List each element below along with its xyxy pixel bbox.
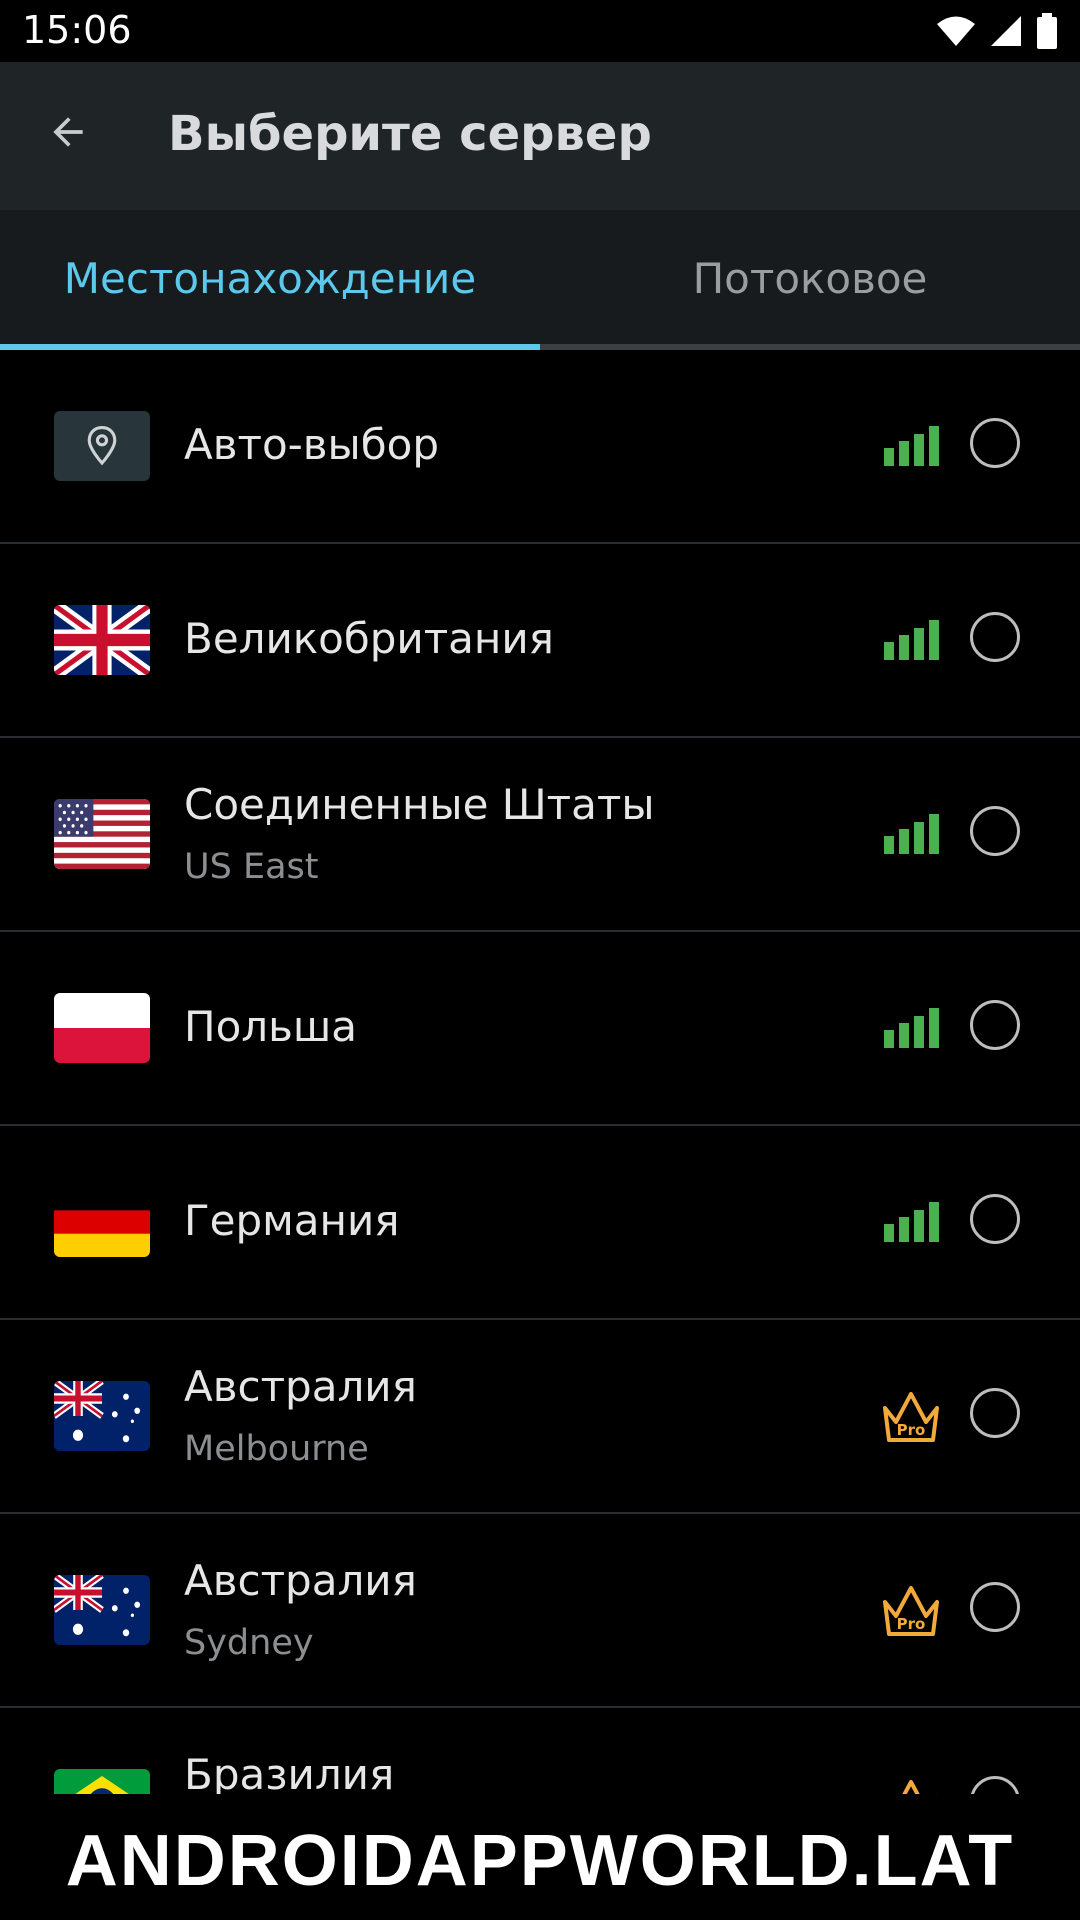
uk-flag-icon [54,605,150,675]
select-radio[interactable] [970,1388,1020,1438]
battery-icon [1037,13,1057,49]
status-icons [936,10,1058,52]
server-name: Бразилия [184,1750,395,1794]
signal-strength-icon [884,620,939,660]
pro-crown-icon: Pro [883,1586,939,1636]
pro-badge-text: Pro [897,1421,926,1439]
germany-flag-icon [54,1187,150,1257]
australia-flag-icon [54,1381,150,1451]
server-row-australia-sydney[interactable]: Австралия Sydney Pro [0,1514,1080,1708]
brazil-flag-icon [54,1769,150,1794]
server-list: Авто-выбор Великобритания Соединенные Шт… [0,350,1080,1794]
tab-location[interactable]: Местонахождение [0,210,540,346]
select-radio[interactable] [970,1194,1020,1244]
pro-badge-text: Pro [897,1615,926,1633]
signal-strength-icon [884,426,939,466]
back-button[interactable] [26,90,110,174]
signal-strength-icon [884,814,939,854]
watermark-text: ANDROIDAPPWORLD.LAT [65,1821,1015,1901]
us-flag-icon [54,799,150,869]
select-radio[interactable] [970,806,1020,856]
status-time: 15:06 [22,8,132,52]
server-row-us[interactable]: Соединенные Штаты US East [0,738,1080,932]
server-row-australia-melbourne[interactable]: Австралия Melbourne Pro [0,1320,1080,1514]
server-row-poland[interactable]: Польша [0,932,1080,1126]
app-bar: Выберите сервер [0,62,1080,210]
server-row-brazil[interactable]: Бразилия [0,1708,1080,1794]
select-radio[interactable] [970,418,1020,468]
server-city: Sydney [184,1623,314,1663]
cell-signal-icon [991,16,1021,46]
signal-strength-icon [884,1008,939,1048]
page-title: Выберите сервер [168,106,652,162]
select-radio[interactable] [970,1000,1020,1050]
server-name: Австралия [184,1362,417,1411]
signal-strength-icon [884,1202,939,1242]
server-name: Соединенные Штаты [184,780,655,829]
status-bar: 15:06 [0,0,1080,62]
select-radio[interactable] [970,1582,1020,1632]
poland-flag-icon [54,993,150,1063]
server-row-uk[interactable]: Великобритания [0,544,1080,738]
wifi-icon [937,16,975,46]
server-row-auto[interactable]: Авто-выбор [0,350,1080,544]
pro-crown-icon [885,1780,937,1794]
select-radio[interactable] [970,1776,1020,1794]
server-name: Великобритания [184,614,554,663]
pro-crown-icon: Pro [883,1392,939,1442]
australia-flag-icon [54,1575,150,1645]
arrow-back-icon [53,117,83,147]
server-name: Авто-выбор [184,420,439,469]
server-name: Германия [184,1196,400,1245]
server-row-germany[interactable]: Германия [0,1126,1080,1320]
location-pin-icon [54,411,150,481]
server-name: Австралия [184,1556,417,1605]
server-city: Melbourne [184,1429,369,1469]
tab-streaming[interactable]: Потоковое [540,210,1080,346]
tab-bar: Местонахождение Потоковое [0,210,1080,350]
server-name: Польша [184,1002,358,1051]
select-radio[interactable] [970,612,1020,662]
server-city: US East [184,847,319,887]
